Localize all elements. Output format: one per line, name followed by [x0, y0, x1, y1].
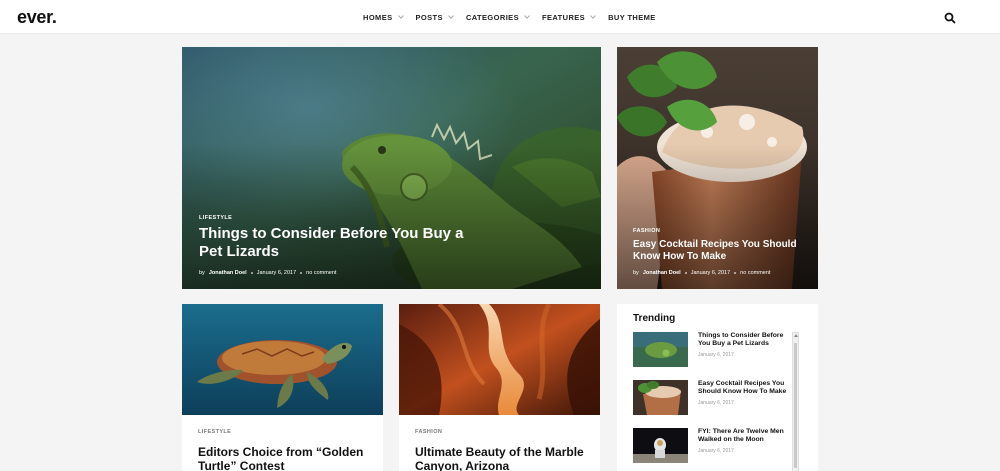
- comment-count[interactable]: no comment: [306, 270, 336, 276]
- trending-item[interactable]: Easy Cocktail Recipes You Should Know Ho…: [633, 380, 791, 428]
- post-card[interactable]: LIFESTYLE Editors Choice from “Golden Tu…: [182, 304, 383, 471]
- side-feature-title[interactable]: Easy Cocktail Recipes You Should Know Ho…: [633, 239, 806, 263]
- category-label[interactable]: LIFESTYLE: [198, 429, 369, 435]
- chevron-down-icon: [524, 13, 530, 19]
- trending-widget: Trending Things to Consider Before You B…: [617, 304, 818, 471]
- turtle-image: [182, 304, 383, 415]
- chevron-down-icon: [590, 13, 596, 19]
- chevron-down-icon: [397, 13, 404, 19]
- nav-item-label: BUY THEME: [608, 12, 656, 22]
- nav-item-label: HOMES: [363, 12, 393, 22]
- trending-item[interactable]: Things to Consider Before You Buy a Pet …: [633, 332, 791, 380]
- trending-item[interactable]: FYI: There Are Twelve Men Walked on the …: [633, 428, 791, 471]
- nav-item-posts[interactable]: POSTS: [415, 12, 454, 22]
- post-date: January 6, 2017: [690, 270, 731, 276]
- post-card[interactable]: FASHION Ultimate Beauty of the Marble Ca…: [399, 304, 600, 471]
- trending-thumbnail: [633, 428, 688, 463]
- chevron-down-icon: [448, 13, 454, 19]
- main-nav: HOMES POSTS CATEGORIES FEATURES BUY THEM…: [363, 0, 656, 34]
- top-navigation-bar: ever. HOMES POSTS CATEGORIES FEATURES BU…: [0, 0, 1000, 34]
- author-name[interactable]: Jonathan Doel: [209, 270, 247, 276]
- author-prefix: by: [633, 270, 639, 276]
- hero-feature-card[interactable]: LIFESTYLE Things to Consider Before You …: [182, 47, 601, 289]
- author-prefix: by: [199, 270, 205, 276]
- side-feature-card[interactable]: FASHION Easy Cocktail Recipes You Should…: [617, 47, 818, 289]
- trending-text: Easy Cocktail Recipes You Should Know Ho…: [698, 380, 791, 428]
- comment-count[interactable]: no comment: [740, 270, 770, 276]
- side-feature-content: FASHION Easy Cocktail Recipes You Should…: [633, 228, 806, 276]
- nav-item-buy-theme[interactable]: BUY THEME: [608, 13, 656, 22]
- trending-text: Things to Consider Before You Buy a Pet …: [698, 332, 791, 380]
- separator-dot: [684, 272, 687, 274]
- scrollbar-thumb[interactable]: [794, 343, 797, 468]
- category-label[interactable]: FASHION: [415, 429, 586, 435]
- trending-text: FYI: There Are Twelve Men Walked on the …: [698, 428, 791, 471]
- nav-item-categories[interactable]: CATEGORIES: [465, 12, 530, 22]
- separator-dot: [250, 272, 253, 274]
- trending-date: January 6, 2017: [698, 447, 734, 454]
- author-name[interactable]: Jonathan Doel: [643, 270, 681, 276]
- post-meta: by Jonathan Doel January 6, 2017 no comm…: [199, 270, 481, 276]
- category-label[interactable]: LIFESTYLE: [199, 215, 481, 221]
- canyon-image: [399, 304, 600, 415]
- hero-title[interactable]: Things to Consider Before You Buy a Pet …: [199, 225, 481, 261]
- trending-date: January 6, 2017: [698, 399, 734, 406]
- post-body: LIFESTYLE Editors Choice from “Golden Tu…: [198, 429, 369, 471]
- trending-thumbnail: [633, 380, 688, 415]
- hero-content: LIFESTYLE Things to Consider Before You …: [199, 215, 481, 276]
- trending-date: January 6, 2017: [698, 351, 734, 358]
- search-button[interactable]: [944, 11, 956, 24]
- trending-title[interactable]: Things to Consider Before You Buy a Pet …: [698, 332, 791, 349]
- nav-item-label: FEATURES: [542, 12, 586, 22]
- trending-scrollbar[interactable]: [792, 332, 799, 471]
- trending-list: Things to Consider Before You Buy a Pet …: [633, 332, 791, 471]
- post-body: FASHION Ultimate Beauty of the Marble Ca…: [415, 429, 586, 471]
- trending-title[interactable]: FYI: There Are Twelve Men Walked on the …: [698, 428, 791, 445]
- post-meta: by Jonathan Doel January 6, 2017 no comm…: [633, 270, 806, 276]
- post-title[interactable]: Editors Choice from “Golden Turtle” Cont…: [198, 445, 369, 471]
- separator-dot: [300, 272, 303, 274]
- nav-item-label: POSTS: [415, 12, 443, 22]
- separator-dot: [734, 272, 737, 274]
- trending-title[interactable]: Easy Cocktail Recipes You Should Know Ho…: [698, 380, 791, 397]
- nav-item-features[interactable]: FEATURES: [542, 12, 596, 22]
- widget-title: Trending: [633, 313, 676, 324]
- trending-thumbnail: [633, 332, 688, 367]
- nav-item-label: CATEGORIES: [465, 12, 519, 22]
- nav-item-homes[interactable]: HOMES: [363, 12, 404, 22]
- search-icon: [944, 12, 956, 24]
- category-label[interactable]: FASHION: [633, 228, 806, 234]
- post-date: January 6, 2017: [256, 270, 297, 276]
- scroll-up-arrow-icon[interactable]: [794, 334, 798, 337]
- site-logo[interactable]: ever.: [17, 7, 57, 28]
- post-title[interactable]: Ultimate Beauty of the Marble Canyon, Ar…: [415, 445, 586, 471]
